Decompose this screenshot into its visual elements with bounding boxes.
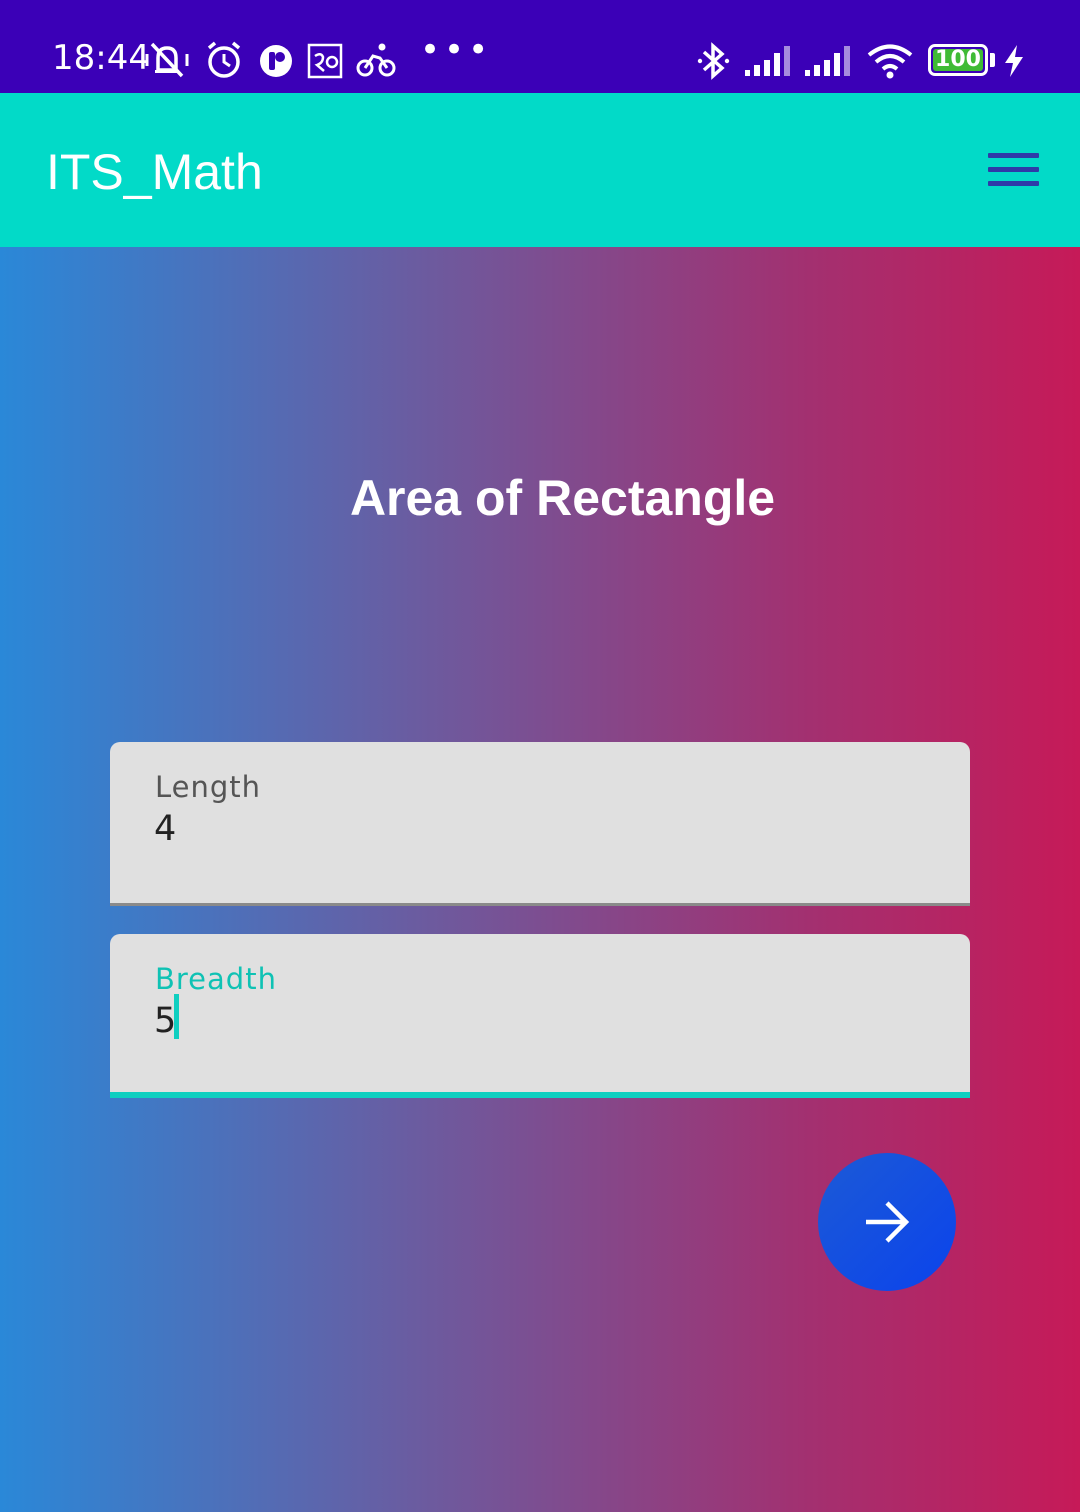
arrow-right-icon xyxy=(866,1201,910,1243)
signal-icon xyxy=(805,46,850,76)
phone-screen: 18:44 ••• 100 ITS_Math Area of Rectangle… xyxy=(0,0,1080,1512)
next-button[interactable] xyxy=(818,1153,956,1291)
app-bar: ITS_Math xyxy=(0,93,1080,247)
length-field[interactable]: Length 4 xyxy=(110,742,970,906)
mute-vibrate-icon xyxy=(145,42,189,78)
length-label: Length xyxy=(155,770,262,804)
status-bar: 18:44 ••• 100 xyxy=(0,0,1080,93)
hamburger-menu-button[interactable] xyxy=(980,147,1046,193)
hamburger-menu-icon xyxy=(988,153,1039,158)
text-cursor xyxy=(174,994,179,1039)
battery-level: 100 xyxy=(935,47,981,72)
more-dots-icon: ••• xyxy=(420,30,493,70)
wifi-icon xyxy=(867,44,913,79)
breadth-label: Breadth xyxy=(155,962,277,996)
breadth-field[interactable]: Breadth 5 xyxy=(110,934,970,1098)
hamburger-menu-icon xyxy=(988,167,1039,172)
page-title: Area of Rectangle xyxy=(349,470,776,526)
status-time: 18:44 xyxy=(52,38,150,78)
battery-icon: 100 xyxy=(928,44,988,76)
rupee-app-icon xyxy=(307,43,343,79)
cycling-icon xyxy=(356,43,396,77)
battery-cap xyxy=(990,53,995,67)
breadth-input[interactable]: 5 xyxy=(154,998,914,1044)
length-input[interactable]: 4 xyxy=(154,806,914,852)
hamburger-menu-icon xyxy=(988,181,1039,186)
signal-icon xyxy=(745,46,790,76)
app-title: ITS_Math xyxy=(46,144,263,200)
bluetooth-icon xyxy=(697,42,730,80)
main-content: Area of Rectangle Length 4 Breadth 5 xyxy=(0,247,1080,1512)
alarm-icon xyxy=(207,41,241,78)
charging-icon xyxy=(1005,45,1023,77)
app-notification-icon xyxy=(260,45,292,77)
